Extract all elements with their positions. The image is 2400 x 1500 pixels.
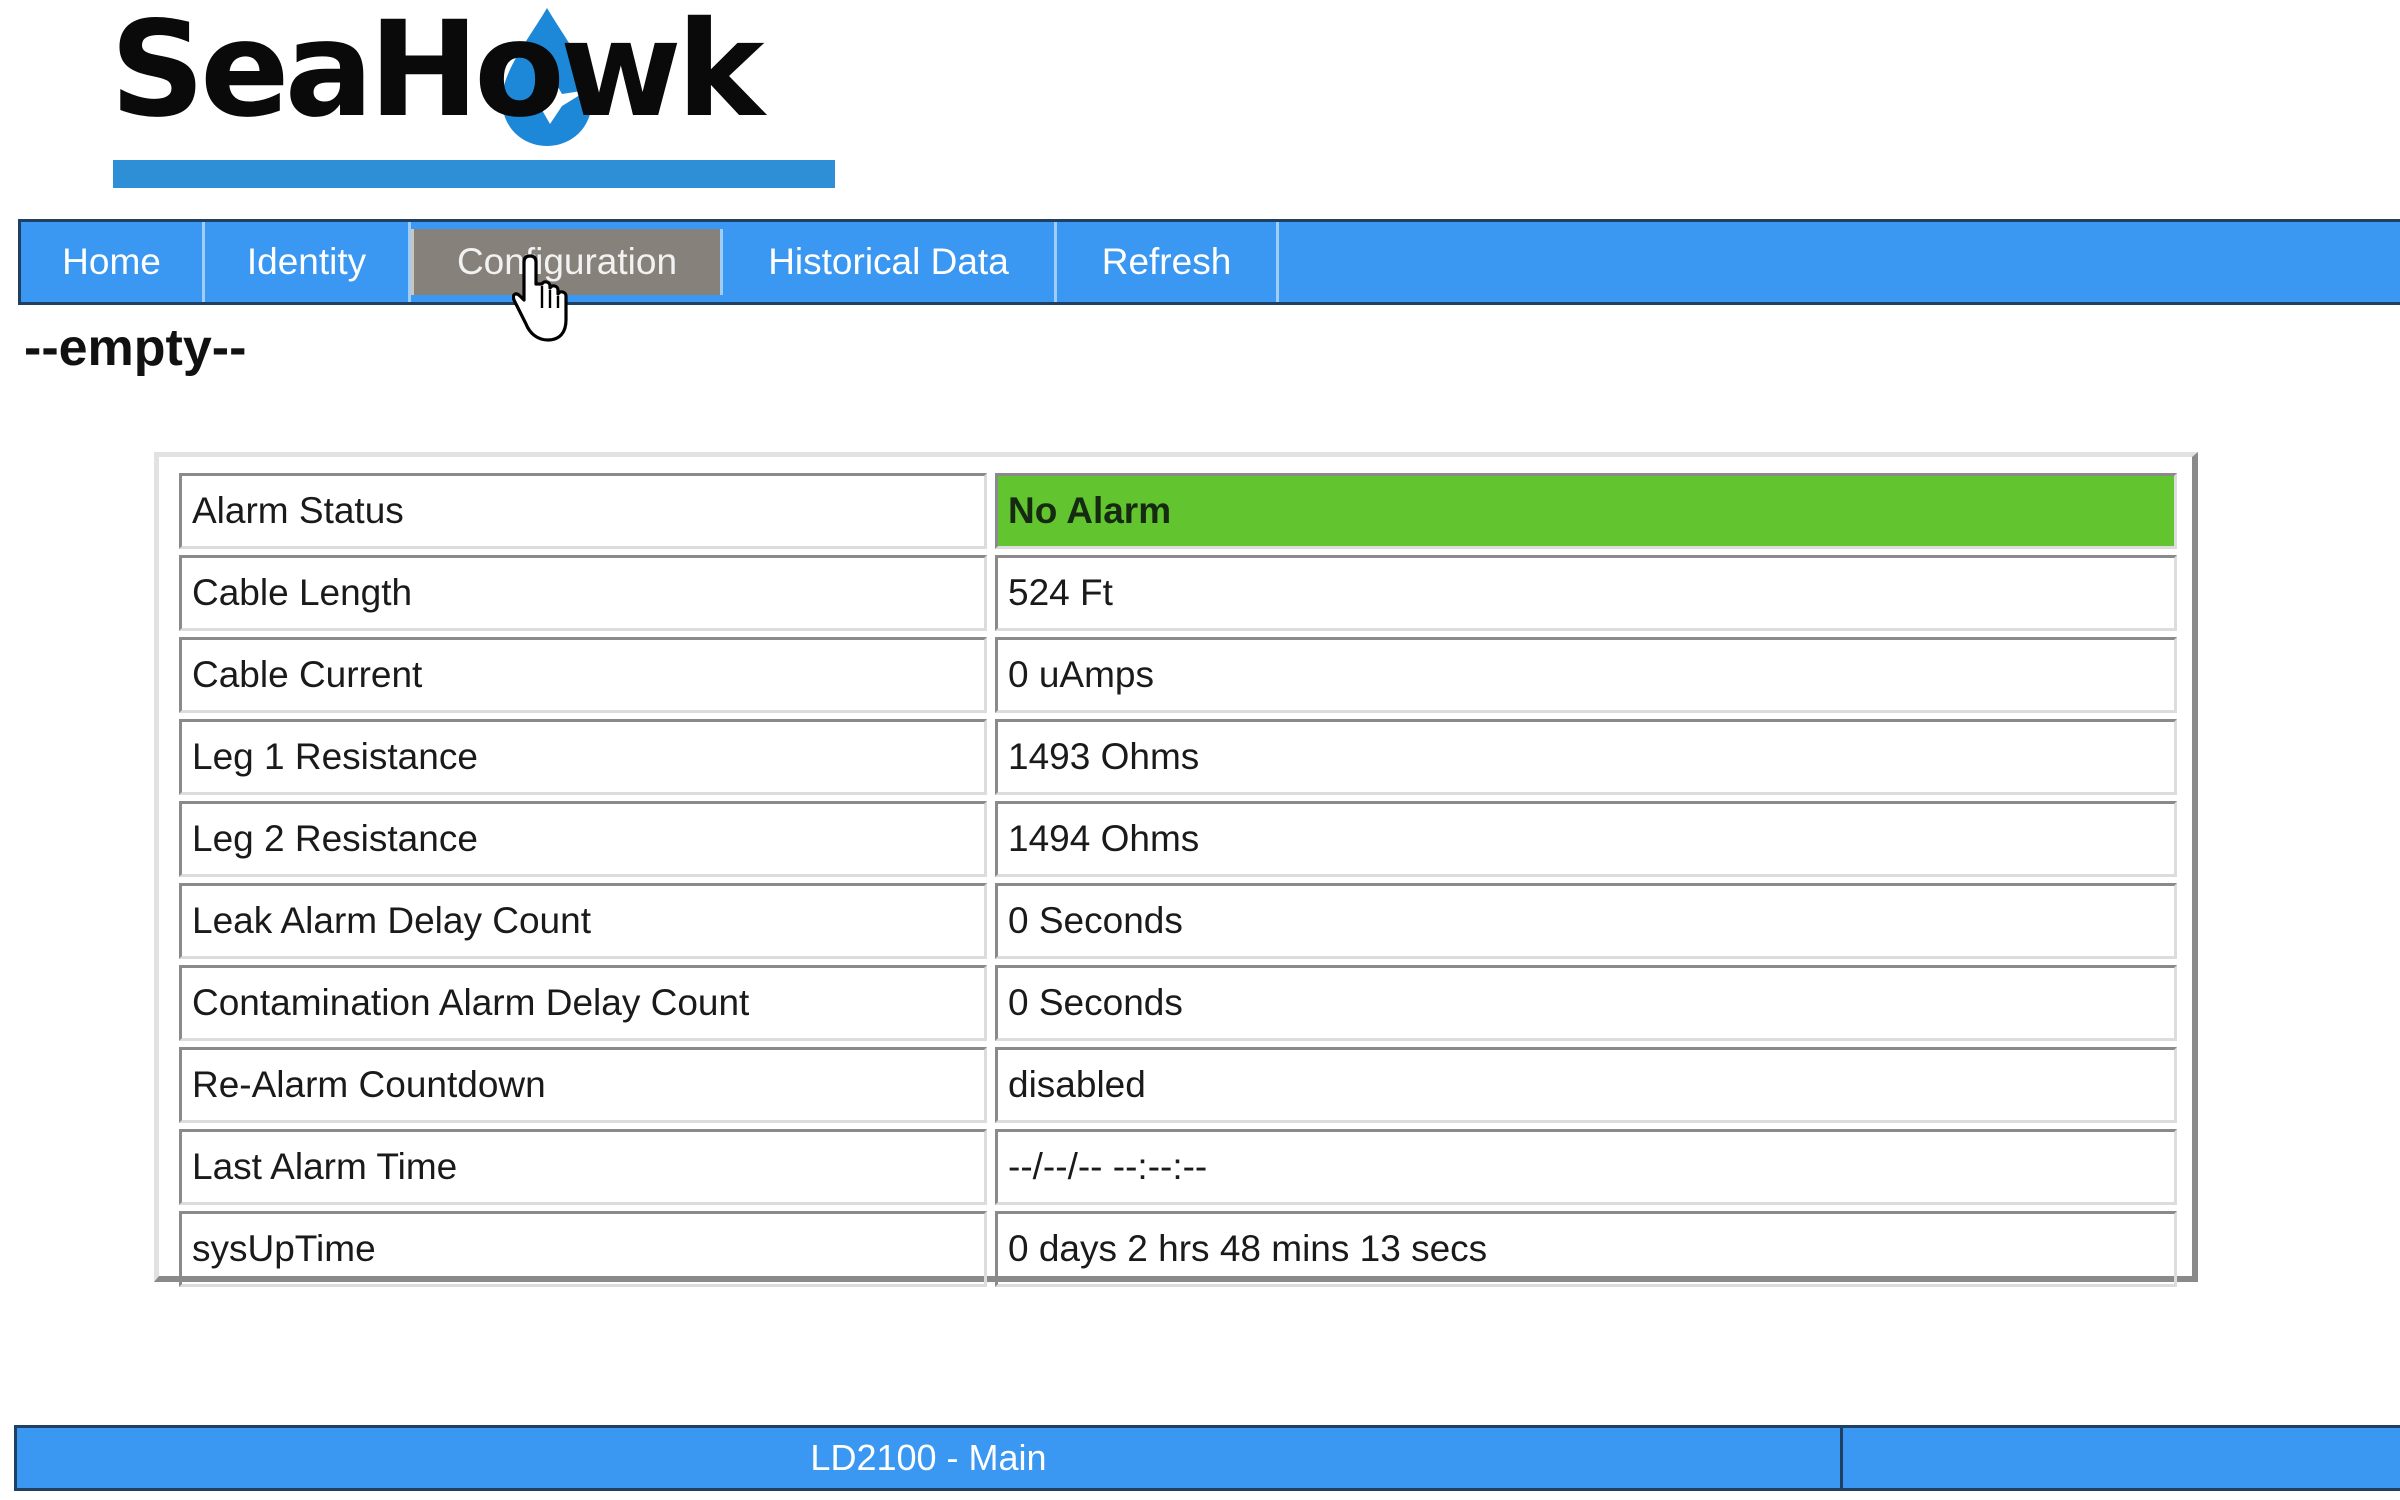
table-row-leg1-resistance: Leg 1 Resistance 1493 Ohms bbox=[179, 719, 2177, 795]
footer-title: LD2100 - Main bbox=[17, 1428, 1843, 1488]
row-label: Leg 2 Resistance bbox=[179, 801, 987, 877]
row-value: 1494 Ohms bbox=[995, 801, 2177, 877]
row-value: 0 days 2 hrs 48 mins 13 secs bbox=[995, 1211, 2177, 1287]
row-label: Cable Length bbox=[179, 555, 987, 631]
nav-refresh[interactable]: Refresh bbox=[1057, 222, 1279, 302]
row-label: Last Alarm Time bbox=[179, 1129, 987, 1205]
nav-identity-label: Identity bbox=[246, 241, 367, 282]
nav-refresh-label: Refresh bbox=[1101, 241, 1232, 282]
row-label: Leak Alarm Delay Count bbox=[179, 883, 987, 959]
nav-home-label: Home bbox=[62, 241, 161, 282]
logo-underline-bar bbox=[113, 160, 835, 188]
table-row-cable-length: Cable Length 524 Ft bbox=[179, 555, 2177, 631]
table-row-leak-alarm-delay: Leak Alarm Delay Count 0 Seconds bbox=[179, 883, 2177, 959]
page: SeaHowk Home Identity Configuration Hist… bbox=[0, 0, 2400, 1500]
status-table: Alarm Status No Alarm Cable Length 524 F… bbox=[171, 467, 2185, 1293]
logo-wordmark: SeaHowk bbox=[110, 4, 765, 136]
footer-side-panel bbox=[1843, 1428, 2400, 1488]
alarm-status-value: No Alarm bbox=[995, 473, 2177, 549]
main-nav: Home Identity Configuration Historical D… bbox=[18, 219, 2400, 305]
nav-historical-data[interactable]: Historical Data bbox=[723, 222, 1057, 302]
seahawk-logo: SeaHowk bbox=[110, 0, 840, 190]
table-row-re-alarm-countdown: Re-Alarm Countdown disabled bbox=[179, 1047, 2177, 1123]
footer-bar: LD2100 - Main bbox=[14, 1425, 2400, 1491]
row-value: 0 Seconds bbox=[995, 965, 2177, 1041]
table-row-alarm-status: Alarm Status No Alarm bbox=[179, 473, 2177, 549]
row-value: 0 uAmps bbox=[995, 637, 2177, 713]
logo-text: SeaHowk bbox=[110, 0, 765, 147]
table-row-leg2-resistance: Leg 2 Resistance 1494 Ohms bbox=[179, 801, 2177, 877]
nav-configuration-label: Configuration bbox=[456, 241, 678, 282]
nav-historical-data-label: Historical Data bbox=[768, 241, 1009, 282]
row-label: Re-Alarm Countdown bbox=[179, 1047, 987, 1123]
page-heading: --empty-- bbox=[24, 319, 247, 377]
table-row-contamination-alarm-delay: Contamination Alarm Delay Count 0 Second… bbox=[179, 965, 2177, 1041]
row-value: disabled bbox=[995, 1047, 2177, 1123]
table-row-last-alarm-time: Last Alarm Time --/--/-- --:--:-- bbox=[179, 1129, 2177, 1205]
status-table-frame: Alarm Status No Alarm Cable Length 524 F… bbox=[154, 452, 2198, 1287]
nav-home[interactable]: Home bbox=[21, 222, 205, 302]
nav-configuration[interactable]: Configuration bbox=[411, 229, 723, 295]
table-row-sysuptime: sysUpTime 0 days 2 hrs 48 mins 13 secs bbox=[179, 1211, 2177, 1287]
row-label: Contamination Alarm Delay Count bbox=[179, 965, 987, 1041]
row-value: 0 Seconds bbox=[995, 883, 2177, 959]
row-label: Leg 1 Resistance bbox=[179, 719, 987, 795]
nav-identity[interactable]: Identity bbox=[205, 222, 411, 302]
row-label: sysUpTime bbox=[179, 1211, 987, 1287]
row-value: 1493 Ohms bbox=[995, 719, 2177, 795]
row-value: --/--/-- --:--:-- bbox=[995, 1129, 2177, 1205]
row-value: 524 Ft bbox=[995, 555, 2177, 631]
table-row-cable-current: Cable Current 0 uAmps bbox=[179, 637, 2177, 713]
row-label: Cable Current bbox=[179, 637, 987, 713]
row-label: Alarm Status bbox=[179, 473, 987, 549]
